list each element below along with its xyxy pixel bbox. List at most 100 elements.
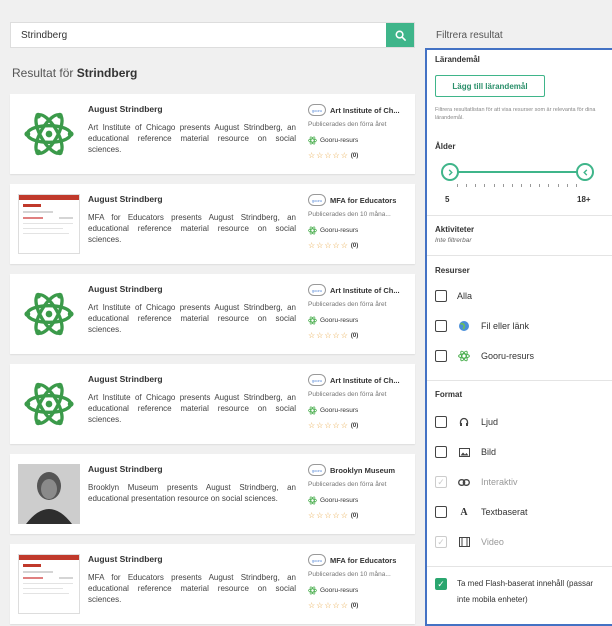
star-icon[interactable]: ☆ xyxy=(333,601,340,610)
rating[interactable]: ☆ ☆ ☆ ☆ ☆ (0) xyxy=(308,331,358,340)
atom-logo-icon xyxy=(24,382,74,426)
card-thumbnail[interactable] xyxy=(18,284,80,344)
filter-label: Video xyxy=(481,537,504,547)
star-icon[interactable]: ☆ xyxy=(308,421,315,430)
checkbox[interactable] xyxy=(435,446,447,458)
star-icon[interactable]: ☆ xyxy=(316,511,323,520)
card-publisher[interactable]: gooru Art Institute of Ch... xyxy=(308,374,412,386)
card-thumbnail[interactable] xyxy=(18,374,80,434)
checkbox[interactable]: ✓ xyxy=(435,578,447,590)
checkbox[interactable] xyxy=(435,320,447,332)
star-icon[interactable]: ☆ xyxy=(324,511,331,520)
filter-resources-all[interactable]: Alla xyxy=(435,290,472,302)
star-icon[interactable]: ☆ xyxy=(308,151,315,160)
atom-icon xyxy=(308,316,317,325)
star-icon[interactable]: ☆ xyxy=(324,421,331,430)
card-publisher[interactable]: gooru MFA for Educators xyxy=(308,194,412,206)
age-slider-min-handle[interactable] xyxy=(441,163,459,181)
star-icon[interactable]: ☆ xyxy=(316,331,323,340)
star-icon[interactable]: ☆ xyxy=(316,151,323,160)
rating[interactable]: ☆ ☆ ☆ ☆ ☆ (0) xyxy=(308,421,358,430)
card-title[interactable]: August Strindberg xyxy=(88,464,163,474)
checkbox[interactable] xyxy=(435,506,447,518)
star-icon[interactable]: ☆ xyxy=(341,511,348,520)
result-card[interactable]: August Strindberg MFA for Educators pres… xyxy=(10,184,415,264)
star-icon[interactable]: ☆ xyxy=(324,151,331,160)
filter-resources-gooru[interactable]: Gooru-resurs xyxy=(435,350,534,362)
card-publisher[interactable]: gooru Art Institute of Ch... xyxy=(308,104,412,116)
star-icon[interactable]: ☆ xyxy=(341,421,348,430)
filter-format-image[interactable]: Bild xyxy=(435,446,496,458)
filter-resources-file[interactable]: Fil eller länk xyxy=(435,320,529,332)
resource-type-label: Gooru-resurs xyxy=(320,587,359,594)
star-icon[interactable]: ☆ xyxy=(333,331,340,340)
filter-format-audio[interactable]: Ljud xyxy=(435,416,498,428)
star-icon[interactable]: ☆ xyxy=(308,241,315,250)
filter-label: Interaktiv xyxy=(481,477,518,487)
publish-date: Publicerades den förra året xyxy=(308,481,387,488)
card-publisher[interactable]: gooru MFA for Educators xyxy=(308,554,412,566)
card-description: Brooklyn Museum presents August Strindbe… xyxy=(88,483,296,503)
result-card[interactable]: August Strindberg Art Institute of Chica… xyxy=(10,94,415,174)
filter-include-flash[interactable]: ✓ Ta med Flash-baserat innehåll (passar … xyxy=(435,576,607,608)
star-icon[interactable]: ☆ xyxy=(308,601,315,610)
star-icon[interactable]: ☆ xyxy=(324,241,331,250)
result-card[interactable]: August Strindberg Brooklyn Museum presen… xyxy=(10,454,415,534)
rating[interactable]: ☆ ☆ ☆ ☆ ☆ (0) xyxy=(308,241,358,250)
rating[interactable]: ☆ ☆ ☆ ☆ ☆ (0) xyxy=(308,601,358,610)
filter-format-text[interactable]: A Textbaserat xyxy=(435,506,528,518)
card-title[interactable]: August Strindberg xyxy=(88,194,163,204)
card-description: Art Institute of Chicago presents August… xyxy=(88,303,296,334)
star-icon[interactable]: ☆ xyxy=(324,601,331,610)
card-publisher[interactable]: gooru Art Institute of Ch... xyxy=(308,284,412,296)
star-icon[interactable]: ☆ xyxy=(324,331,331,340)
star-icon[interactable]: ☆ xyxy=(333,421,340,430)
star-icon[interactable]: ☆ xyxy=(316,601,323,610)
publish-date: Publicerades den förra året xyxy=(308,121,387,128)
checkbox[interactable]: ✓ xyxy=(435,476,447,488)
star-icon[interactable]: ☆ xyxy=(308,331,315,340)
star-icon[interactable]: ☆ xyxy=(341,241,348,250)
document-preview-icon xyxy=(19,555,79,594)
rating[interactable]: ☆ ☆ ☆ ☆ ☆ (0) xyxy=(308,511,358,520)
card-thumbnail[interactable] xyxy=(18,104,80,164)
age-slider-max-handle[interactable] xyxy=(576,163,594,181)
filter-format-video[interactable]: ✓ Video xyxy=(435,536,504,548)
checkbox[interactable] xyxy=(435,350,447,362)
checkbox[interactable]: ✓ xyxy=(435,536,447,548)
search-button[interactable] xyxy=(386,23,414,47)
card-title[interactable]: August Strindberg xyxy=(88,554,163,564)
star-icon[interactable]: ☆ xyxy=(333,511,340,520)
star-icon[interactable]: ☆ xyxy=(333,151,340,160)
result-card[interactable]: August Strindberg Art Institute of Chica… xyxy=(10,364,415,444)
card-thumbnail[interactable] xyxy=(18,194,80,254)
star-icon[interactable]: ☆ xyxy=(316,241,323,250)
age-label: Ålder xyxy=(435,142,456,151)
star-icon[interactable]: ☆ xyxy=(341,331,348,340)
card-title[interactable]: August Strindberg xyxy=(88,104,163,114)
star-icon[interactable]: ☆ xyxy=(341,601,348,610)
star-icon[interactable]: ☆ xyxy=(316,421,323,430)
result-card[interactable]: August Strindberg MFA for Educators pres… xyxy=(10,544,415,624)
card-thumbnail[interactable] xyxy=(18,554,80,614)
checkbox[interactable] xyxy=(435,290,447,302)
card-title[interactable]: August Strindberg xyxy=(88,374,163,384)
atom-logo-icon xyxy=(24,292,74,336)
rating[interactable]: ☆ ☆ ☆ ☆ ☆ (0) xyxy=(308,151,358,160)
add-learning-goal-button[interactable]: Lägg till lärandemål xyxy=(435,75,545,97)
resource-type: Gooru-resurs xyxy=(308,406,358,415)
star-icon[interactable]: ☆ xyxy=(341,151,348,160)
search-input[interactable] xyxy=(11,23,387,47)
card-title[interactable]: August Strindberg xyxy=(88,284,163,294)
filter-format-interactive[interactable]: ✓ Interaktiv xyxy=(435,476,518,488)
card-description: Art Institute of Chicago presents August… xyxy=(88,393,296,424)
result-card[interactable]: August Strindberg Art Institute of Chica… xyxy=(10,274,415,354)
card-publisher[interactable]: gooru Brooklyn Museum xyxy=(308,464,412,476)
publish-date: Publicerades den förra året xyxy=(308,391,387,398)
age-slider-track[interactable] xyxy=(449,171,584,173)
checkbox[interactable] xyxy=(435,416,447,428)
star-icon[interactable]: ☆ xyxy=(333,241,340,250)
resource-type: Gooru-resurs xyxy=(308,136,358,145)
card-thumbnail[interactable] xyxy=(18,464,80,524)
star-icon[interactable]: ☆ xyxy=(308,511,315,520)
